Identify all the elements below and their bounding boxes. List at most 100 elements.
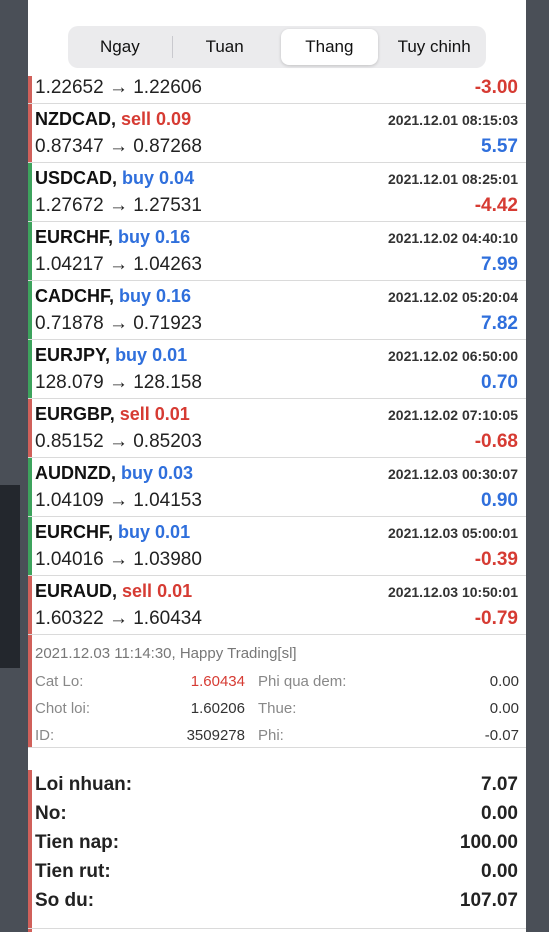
trade-header: EURAUD, sell 0.01 xyxy=(35,581,192,602)
divider xyxy=(28,928,526,929)
trade-type: buy xyxy=(119,286,152,306)
trade-time: 2021.12.03 00:30:07 xyxy=(388,466,518,482)
summary-label: So du: xyxy=(35,890,95,911)
id-label: ID: xyxy=(35,727,55,744)
background-panel xyxy=(0,485,20,668)
summary-label: Tien nap: xyxy=(35,832,120,853)
trade-prices: 1.22652 → 1.22606 xyxy=(35,77,202,98)
summary-row: Tien nap: 100.00 xyxy=(28,828,526,857)
trade-side-bar xyxy=(28,76,32,103)
trade-row[interactable]: CADCHF, buy 0.16 2021.12.02 05:20:04 0.7187… xyxy=(28,281,526,340)
trade-type: buy xyxy=(118,522,151,542)
trade-list: 1.22652 → 1.22606 -3.00 NZDCAD, sell 0.09… xyxy=(28,76,526,748)
trade-profit: 0.70 xyxy=(481,372,518,393)
trade-prices: 128.079 → 128.158 xyxy=(35,372,202,393)
summary-row: Loi nhuan: 7.07 xyxy=(28,770,526,799)
trade-row[interactable]: USDCAD, buy 0.04 2021.12.01 08:25:01 1.2767… xyxy=(28,163,526,222)
stop-loss-label: Cat Lo: xyxy=(35,673,84,690)
trade-side-bar xyxy=(28,458,32,516)
summary-value: 107.07 xyxy=(459,890,518,911)
trade-volume: 0.16 xyxy=(155,227,191,247)
summary-row: No: 0.00 xyxy=(28,799,526,828)
trade-side-bar xyxy=(28,104,32,162)
trade-profit: -0.39 xyxy=(474,549,518,570)
tax-label: Thue: xyxy=(258,700,297,717)
trade-row[interactable]: AUDNZD, buy 0.03 2021.12.03 00:30:07 1.0410… xyxy=(28,458,526,517)
tab-tuy-chinh[interactable]: Tuy chinh xyxy=(385,29,483,65)
tab-tuan[interactable]: Tuan xyxy=(176,29,274,65)
trade-volume: 0.01 xyxy=(155,522,191,542)
trade-time: 2021.12.03 05:00:01 xyxy=(388,525,518,541)
trade-row[interactable]: EURAUD, sell 0.01 2021.12.03 10:50:01 1.603… xyxy=(28,576,526,635)
trade-prices: 0.85152 → 0.85203 xyxy=(35,431,202,452)
summary-value: 0.00 xyxy=(481,861,518,882)
trade-side-bar xyxy=(28,399,32,457)
trade-header: AUDNZD, buy 0.03 xyxy=(35,463,193,484)
trade-volume: 0.01 xyxy=(157,581,193,601)
trade-row[interactable]: NZDCAD, sell 0.09 2021.12.01 08:15:03 0.873… xyxy=(28,104,526,163)
trade-symbol: CADCHF, xyxy=(35,286,114,306)
trade-prices: 1.60322 → 1.60434 xyxy=(35,608,202,629)
trade-volume: 0.01 xyxy=(154,404,190,424)
trade-type: sell xyxy=(122,581,153,601)
fee-label: Phi: xyxy=(258,727,284,744)
fee-value: -0.07 xyxy=(484,727,519,744)
trade-detail: 2021.12.03 11:14:30, Happy Trading[sl] Ca… xyxy=(28,635,526,748)
trade-prices: 1.04016 → 1.03980 xyxy=(35,549,202,570)
segment-separator xyxy=(171,36,173,58)
background-app-right xyxy=(526,0,549,932)
period-segmented-control: Ngay Tuan Thang Tuy chinh xyxy=(68,26,486,68)
trade-volume: 0.01 xyxy=(152,345,188,365)
summary-label: Loi nhuan: xyxy=(35,774,133,795)
trade-prices: 1.04109 → 1.04153 xyxy=(35,490,202,511)
trade-row-partial[interactable]: 1.22652 → 1.22606 -3.00 xyxy=(28,76,526,104)
trade-side-bar xyxy=(28,222,32,280)
summary-label: Tien rut: xyxy=(35,861,111,882)
summary-row: Tien rut: 0.00 xyxy=(28,857,526,886)
trade-row[interactable]: EURJPY, buy 0.01 2021.12.02 06:50:00 128.07… xyxy=(28,340,526,399)
summary-value: 0.00 xyxy=(481,803,518,824)
trade-volume: 0.04 xyxy=(159,168,195,188)
tab-ngay[interactable]: Ngay xyxy=(71,29,169,65)
trade-row[interactable]: EURCHF, buy 0.16 2021.12.02 04:40:10 1.0421… xyxy=(28,222,526,281)
stop-loss-value: 1.60434 xyxy=(190,673,245,690)
trade-type: buy xyxy=(115,345,148,365)
trade-type: sell xyxy=(121,109,152,129)
summary-value: 7.07 xyxy=(481,774,518,795)
trade-side-bar xyxy=(28,281,32,339)
trade-time: 2021.12.02 06:50:00 xyxy=(388,348,518,364)
trade-time: 2021.12.01 08:25:01 xyxy=(388,171,518,187)
trade-prices: 1.27672 → 1.27531 xyxy=(35,195,202,216)
trade-type: buy xyxy=(122,168,155,188)
trade-profit: -4.42 xyxy=(474,195,518,216)
trade-side-bar xyxy=(28,163,32,221)
trade-symbol: EURCHF, xyxy=(35,522,114,542)
trade-symbol: USDCAD, xyxy=(35,168,118,188)
tab-thang[interactable]: Thang xyxy=(280,29,379,65)
trade-profit: 5.57 xyxy=(481,136,518,157)
swap-label: Phi qua dem: xyxy=(258,673,347,690)
trade-profit: -0.79 xyxy=(474,608,518,629)
trade-side-bar xyxy=(28,517,32,575)
trade-profit: -3.00 xyxy=(474,77,518,98)
swap-value: 0.00 xyxy=(489,673,519,690)
id-value: 3509278 xyxy=(186,727,245,744)
tax-value: 0.00 xyxy=(489,700,519,717)
summary-label: No: xyxy=(35,803,67,824)
summary-value: 100.00 xyxy=(459,832,518,853)
trade-prices: 1.04217 → 1.04263 xyxy=(35,254,202,275)
account-summary: Loi nhuan: 7.07 No: 0.00 Tien nap: 100.00 Tien… xyxy=(28,770,526,932)
trade-profit: 7.82 xyxy=(481,313,518,334)
take-profit-label: Chot loi: xyxy=(35,700,91,717)
trade-header: USDCAD, buy 0.04 xyxy=(35,168,194,189)
trade-side-bar xyxy=(28,635,32,747)
trade-time: 2021.12.03 10:50:01 xyxy=(388,584,518,600)
trade-time: 2021.12.02 07:10:05 xyxy=(388,407,518,423)
trade-row[interactable]: EURCHF, buy 0.01 2021.12.03 05:00:01 1.0401… xyxy=(28,517,526,576)
trade-profit: -0.68 xyxy=(474,431,518,452)
trade-header: CADCHF, buy 0.16 xyxy=(35,286,191,307)
trade-row[interactable]: EURGBP, sell 0.01 2021.12.02 07:10:05 0.851… xyxy=(28,399,526,458)
trade-symbol: EURGBP, xyxy=(35,404,115,424)
trade-time: 2021.12.02 04:40:10 xyxy=(388,230,518,246)
trade-header: EURGBP, sell 0.01 xyxy=(35,404,190,425)
